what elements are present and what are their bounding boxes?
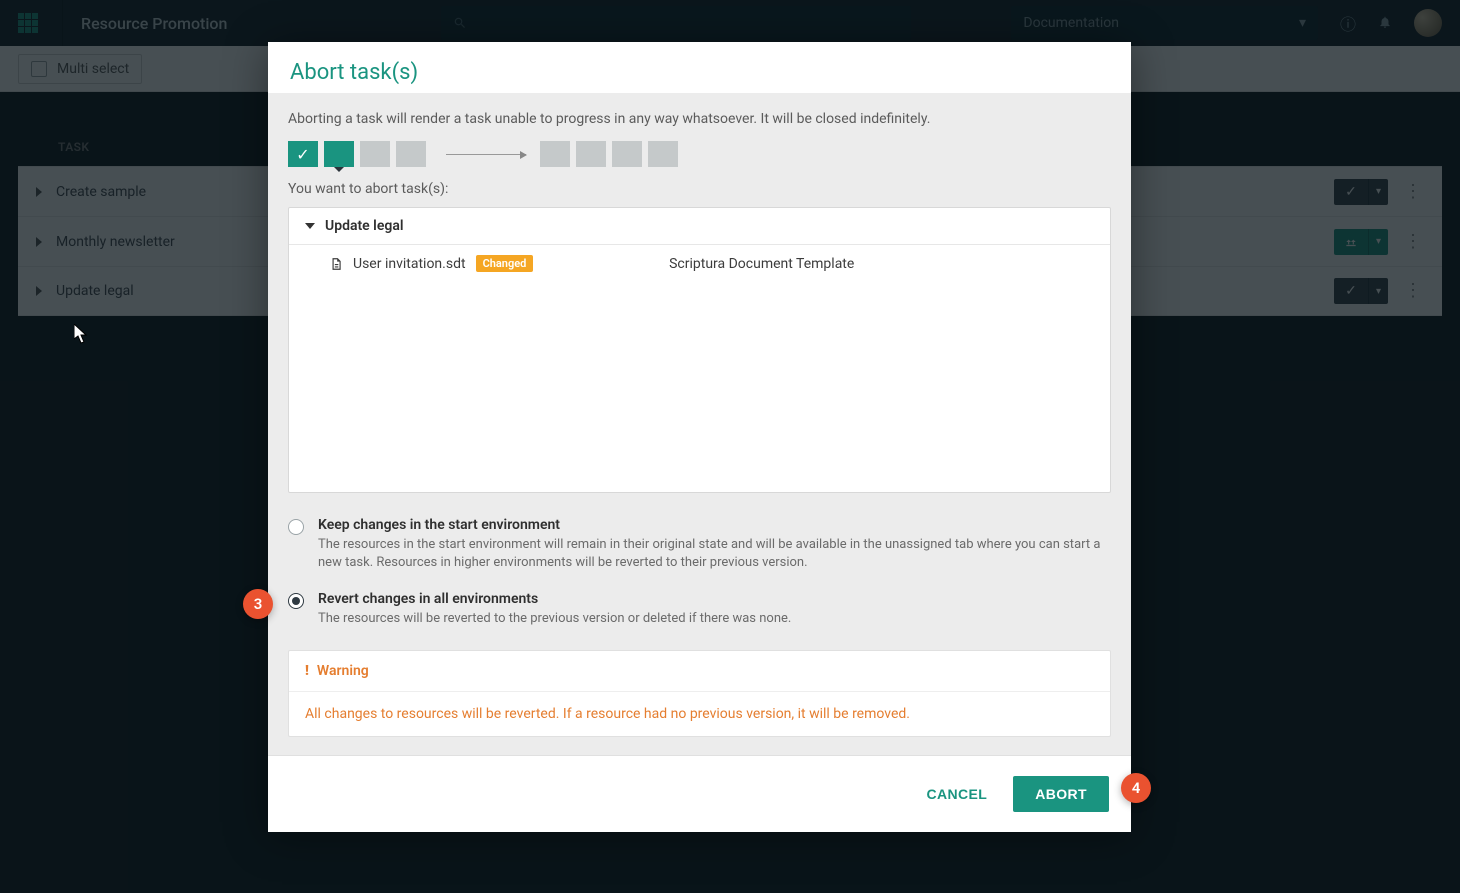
abort-button[interactable]: ABORT <box>1013 776 1109 812</box>
option-title: Revert changes in all environments <box>318 591 791 607</box>
step-icon <box>396 141 426 167</box>
step-done-icon: ✓ <box>288 141 318 167</box>
step-icon <box>648 141 678 167</box>
step-current-icon <box>324 141 354 167</box>
warning-panel: ! Warning All changes to resources will … <box>288 650 1111 737</box>
abort-task-modal: Abort task(s) Aborting a task will rende… <box>268 42 1131 832</box>
annotation-marker: 3 <box>243 589 273 619</box>
modal-description: Aborting a task will render a task unabl… <box>288 111 1111 127</box>
progress-steps: ✓ <box>288 141 1111 167</box>
step-icon <box>612 141 642 167</box>
modal-footer: CANCEL ABORT <box>268 755 1131 832</box>
resource-filename: User invitation.sdt <box>353 256 466 272</box>
step-icon <box>360 141 390 167</box>
option-revert-changes[interactable]: Revert changes in all environments The r… <box>288 585 1111 642</box>
option-title: Keep changes in the start environment <box>318 517 1111 533</box>
option-description: The resources in the start environment w… <box>318 536 1111 571</box>
resource-row: User invitation.sdt Changed Scriptura Do… <box>289 245 1110 282</box>
option-description: The resources will be reverted to the pr… <box>318 610 791 628</box>
warning-icon: ! <box>305 663 309 679</box>
caret-down-icon <box>305 223 315 229</box>
resource-type: Scriptura Document Template <box>669 256 1102 272</box>
status-badge: Changed <box>476 255 534 272</box>
modal-subtitle: You want to abort task(s): <box>288 181 1111 197</box>
task-group-header[interactable]: Update legal <box>289 208 1110 245</box>
file-icon <box>329 256 343 272</box>
step-icon <box>576 141 606 167</box>
cancel-button[interactable]: CANCEL <box>926 776 987 812</box>
arrow-right-icon <box>446 154 526 155</box>
modal-title: Abort task(s) <box>290 60 1109 85</box>
annotation-marker: 4 <box>1121 773 1151 803</box>
radio-icon <box>288 519 304 535</box>
radio-selected-icon <box>288 593 304 609</box>
cursor-icon <box>74 324 90 344</box>
abort-options: Keep changes in the start environment Th… <box>288 511 1111 642</box>
step-icon <box>540 141 570 167</box>
option-keep-changes[interactable]: Keep changes in the start environment Th… <box>288 511 1111 585</box>
warning-label: Warning <box>317 663 369 679</box>
abort-task-list: Update legal User invitation.sdt Changed… <box>288 207 1111 493</box>
warning-body: All changes to resources will be reverte… <box>289 692 1110 736</box>
task-group-label: Update legal <box>325 218 403 234</box>
